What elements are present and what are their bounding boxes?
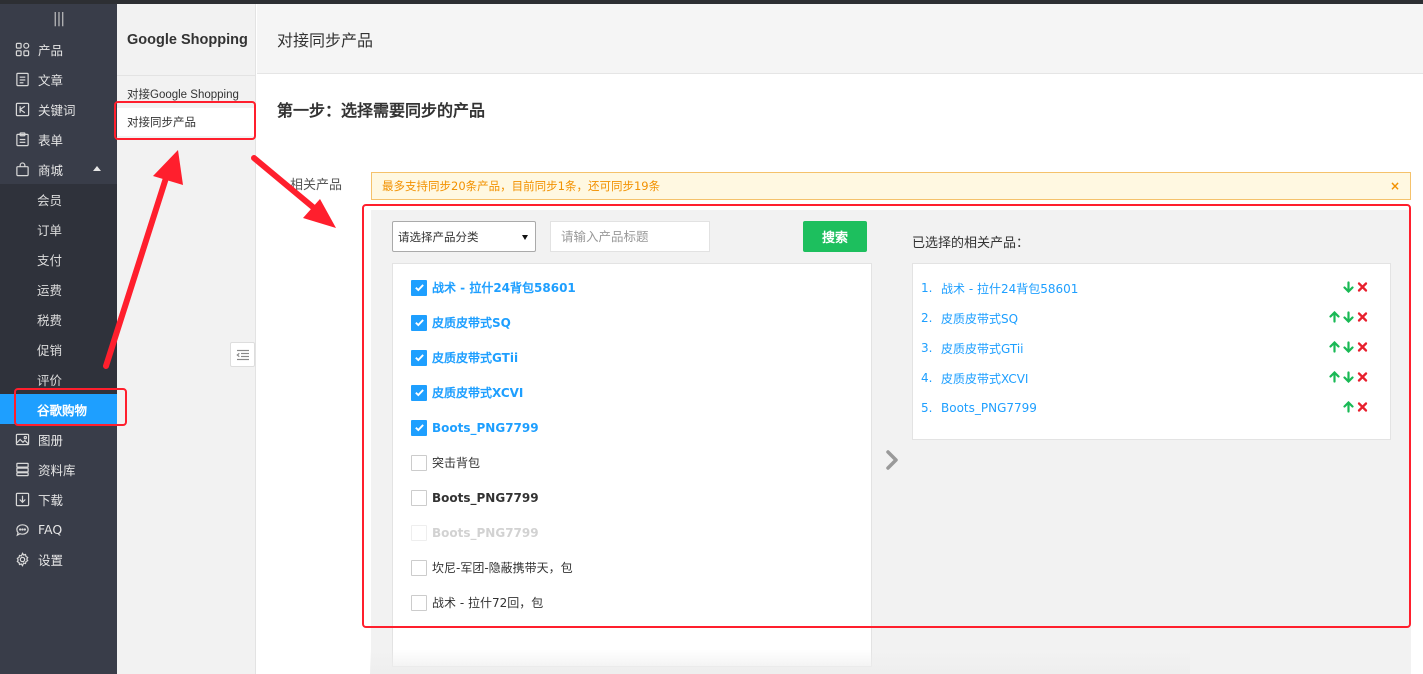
secondary-sidebar-title: Google Shopping [117,4,255,76]
sidebar-item-label: 商城 [38,162,64,178]
warning-text: 最多支持同步20条产品，目前同步1条，还可同步19条 [382,179,661,193]
sidebar-item-products[interactable]: 产品 [0,34,117,64]
sidebar-subitem-orders[interactable]: 订单 [0,214,117,244]
sidebar-item-label: 表单 [38,132,64,148]
menu-toggle-icon[interactable]: ||| [0,4,117,34]
sidebar-item-settings[interactable]: 设置 [0,544,117,574]
sidebar-item-gallery[interactable]: 图册 [0,424,117,454]
sidebar-item-label: FAQ [38,521,63,537]
gear-icon [14,551,30,567]
sidebar-item-label: 产品 [38,42,64,58]
sidebar-item-label: 关键词 [38,102,76,118]
sidebar-subitem-members[interactable]: 会员 [0,184,117,214]
sidebar-subitem-tax[interactable]: 税费 [0,304,117,334]
form-icon [14,131,30,147]
sidebar-item-label: 文章 [38,72,64,88]
close-icon[interactable]: × [1390,179,1400,193]
step-title: 第一步：选择需要同步的产品 [277,101,486,120]
bag-icon [14,161,30,177]
main-sidebar: ||| 产品 文章 关键词 表单 商城 会员 订单 支付 运费 税费 促销 评价… [0,4,117,674]
annotation-box-google-shopping [14,388,127,426]
sidebar-item-library[interactable]: 资料库 [0,454,117,484]
related-products-label: 相关产品 [290,178,343,193]
indent-icon [235,349,249,360]
keyword-icon [14,101,30,117]
sidebar-item-faq[interactable]: FAQ [0,514,117,544]
sidebar-subitem-promotion[interactable]: 促销 [0,334,117,364]
bottom-fade [370,650,1190,674]
library-icon [14,461,30,477]
sidebar-item-downloads[interactable]: 下载 [0,484,117,514]
sidebar-item-shop[interactable]: 商城 [0,154,117,184]
sidebar-subitem-shipping[interactable]: 运费 [0,274,117,304]
annotation-box-picker [362,204,1411,628]
sidebar-item-label: 资料库 [38,462,76,478]
page-title: 对接同步产品 [257,4,1423,74]
article-icon [14,71,30,87]
download-icon [14,491,30,507]
annotation-box-sync-link [114,101,256,140]
sidebar-item-forms[interactable]: 表单 [0,124,117,154]
sync-limit-warning: 最多支持同步20条产品，目前同步1条，还可同步19条 × [371,172,1411,200]
sidebar-item-label: 图册 [38,432,64,448]
collapse-panel-button[interactable] [230,342,255,367]
sidebar-item-keywords[interactable]: 关键词 [0,94,117,124]
sidebar-subitem-payment[interactable]: 支付 [0,244,117,274]
caret-up-icon [93,166,101,171]
grid-icon [14,41,30,57]
image-icon [14,431,30,447]
chat-icon [14,521,30,537]
sidebar-item-articles[interactable]: 文章 [0,64,117,94]
sidebar-item-label: 设置 [38,552,64,568]
sidebar-item-label: 下载 [38,492,64,508]
